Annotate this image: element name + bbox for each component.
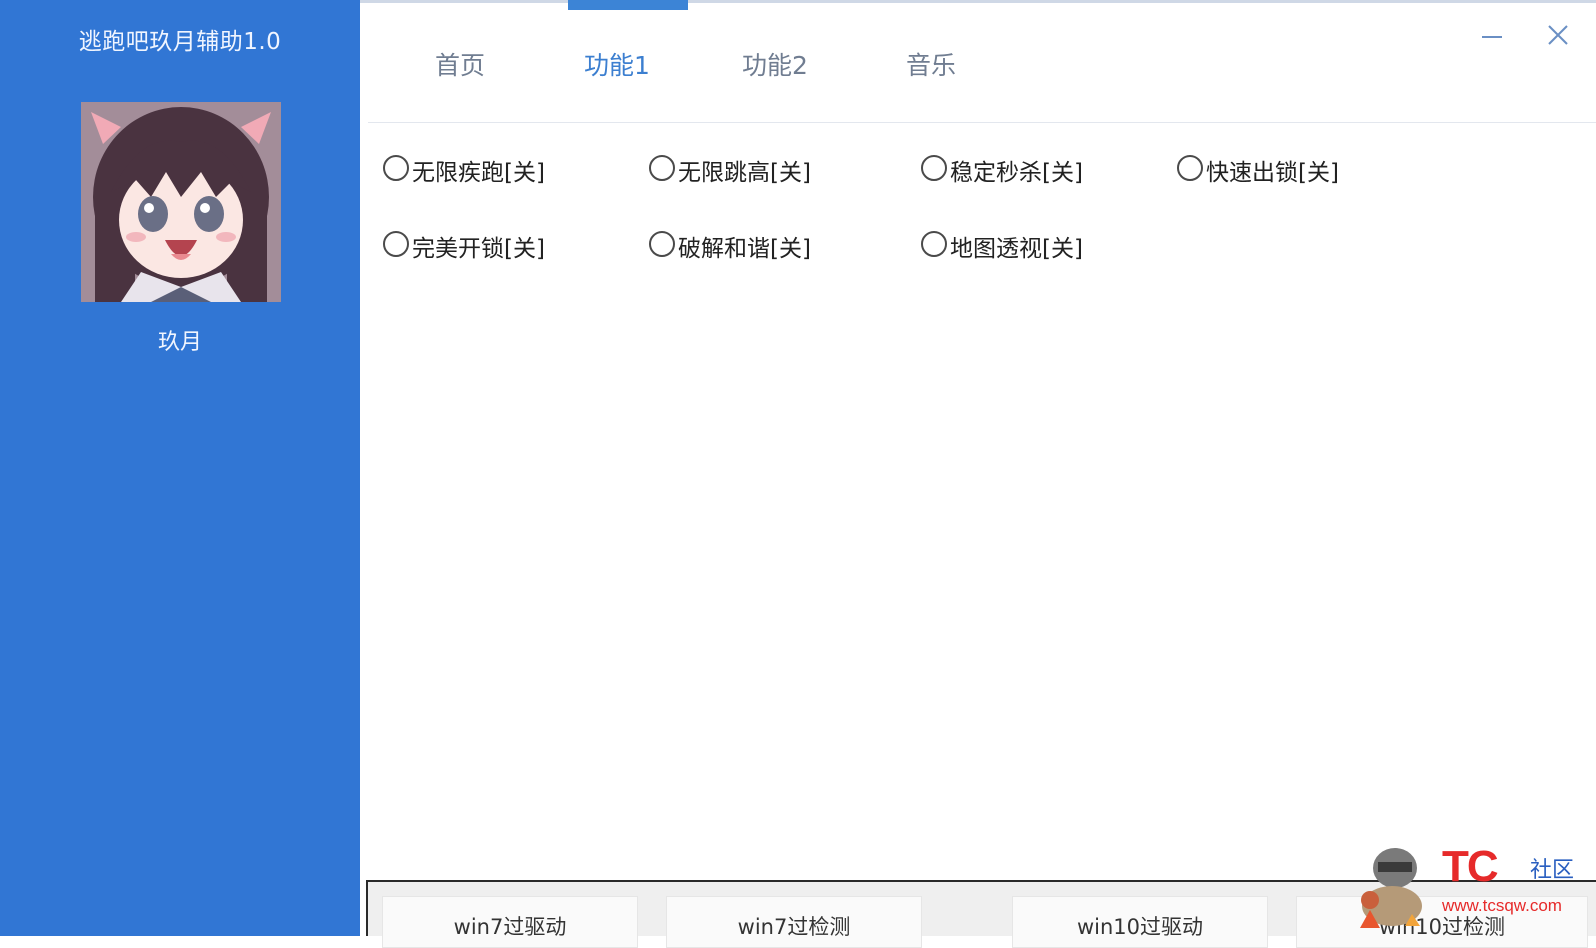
watermark-logo: TC: [1442, 842, 1499, 891]
radio-button[interactable]: [921, 231, 947, 257]
tab-function-1[interactable]: 功能1: [584, 46, 650, 82]
close-icon: [1546, 20, 1570, 55]
option-label: 地图透视[关]: [950, 236, 1083, 262]
radio-button[interactable]: [649, 231, 675, 257]
radio-button[interactable]: [921, 155, 947, 181]
option-infinite-jump[interactable]: 无限跳高[关]: [649, 153, 811, 187]
sidebar: 逃跑吧玖月辅助1.0 玖月: [0, 0, 360, 936]
user-name: 玖月: [157, 330, 202, 355]
option-label: 快速出锁[关]: [1206, 160, 1339, 186]
minimize-icon: [1480, 20, 1504, 55]
win7-bypass-driver-button[interactable]: win7过驱动: [382, 896, 638, 948]
radio-button[interactable]: [383, 155, 409, 181]
close-button[interactable]: [1540, 20, 1576, 56]
tab-home[interactable]: 首页: [435, 46, 485, 82]
win7-bypass-detection-button[interactable]: win7过检测: [666, 896, 922, 948]
option-label: 无限跳高[关]: [678, 160, 811, 186]
radio-button[interactable]: [383, 231, 409, 257]
tab-function-2[interactable]: 功能2: [742, 46, 808, 82]
option-crack-harmony[interactable]: 破解和谐[关]: [649, 229, 811, 263]
option-label: 稳定秒杀[关]: [950, 160, 1083, 186]
active-tab-indicator: [568, 0, 688, 10]
option-fast-unlock-exit[interactable]: 快速出锁[关]: [1177, 153, 1339, 187]
option-label: 完美开锁[关]: [412, 236, 545, 262]
mascot-icon: [1360, 848, 1422, 928]
option-perfect-unlock[interactable]: 完美开锁[关]: [383, 229, 545, 263]
watermark-url: www.tcsqw.com: [1442, 896, 1562, 915]
minimize-button[interactable]: [1474, 20, 1510, 56]
watermark: TC 社区 www.tcsqw.com: [1350, 840, 1596, 936]
option-infinite-sprint[interactable]: 无限疾跑[关]: [383, 153, 545, 187]
tab-music[interactable]: 音乐: [906, 46, 956, 82]
avatar-image: [81, 102, 281, 302]
avatar: [81, 102, 281, 302]
win10-bypass-driver-button[interactable]: win10过驱动: [1012, 896, 1268, 948]
top-border: [360, 0, 1596, 3]
radio-button[interactable]: [649, 155, 675, 181]
tabs-divider: [368, 122, 1596, 123]
app-title: 逃跑吧玖月辅助1.0: [78, 29, 282, 55]
option-label: 无限疾跑[关]: [412, 160, 545, 186]
main-panel: 首页 功能1 功能2 音乐 无限疾跑[关] 无限跳高[关] 稳定秒杀[关] 快速…: [360, 0, 1596, 948]
option-label: 破解和谐[关]: [678, 236, 811, 262]
option-stable-instakill[interactable]: 稳定秒杀[关]: [921, 153, 1083, 187]
watermark-text: 社区: [1530, 858, 1575, 883]
option-map-esp[interactable]: 地图透视[关]: [921, 229, 1083, 263]
radio-button[interactable]: [1177, 155, 1203, 181]
